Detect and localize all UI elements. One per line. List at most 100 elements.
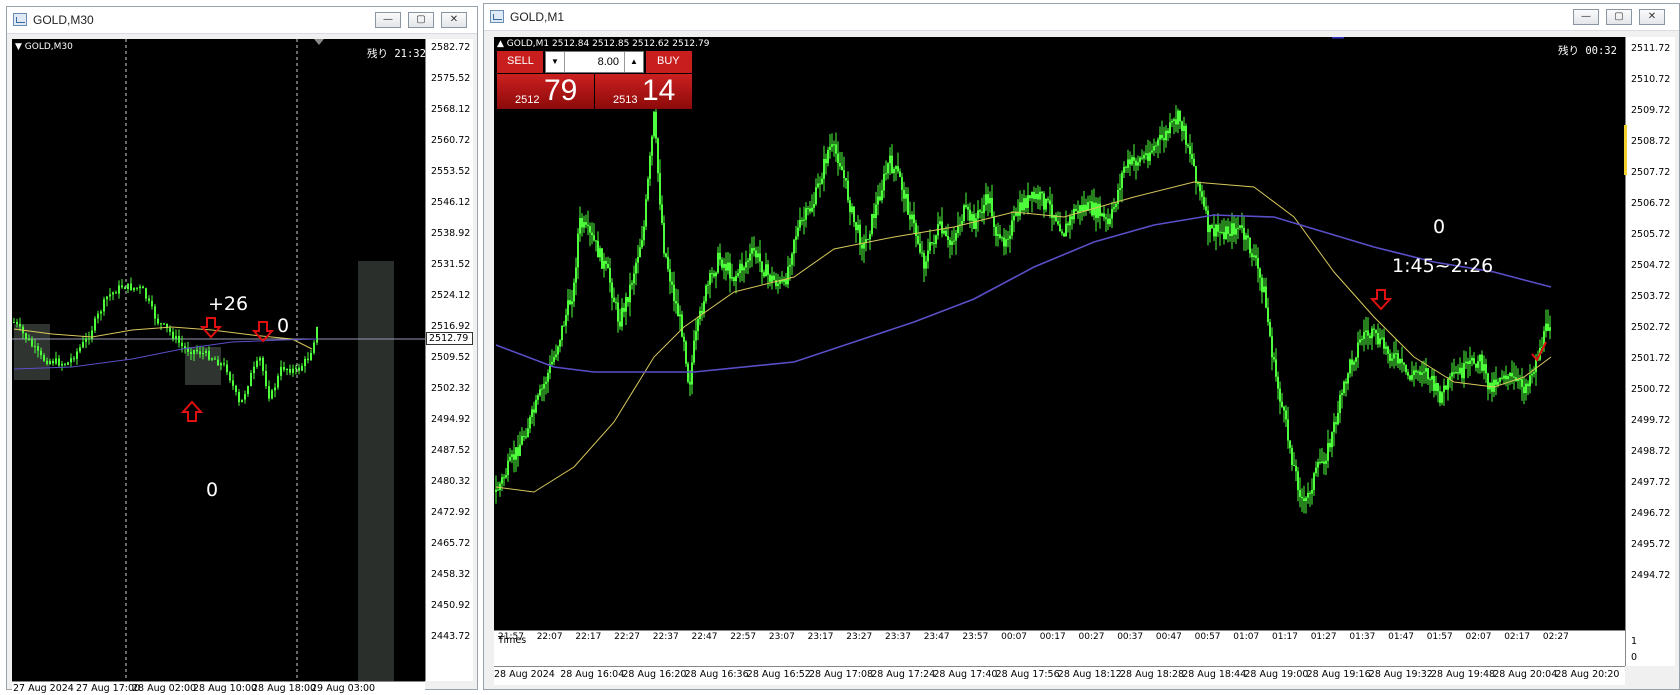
candle-body bbox=[785, 279, 787, 285]
highlight-zone-right bbox=[358, 261, 394, 681]
close-button[interactable]: ✕ bbox=[1639, 9, 1665, 25]
candle-body bbox=[1461, 367, 1463, 379]
candle-body bbox=[955, 233, 957, 241]
minimize-button[interactable]: — bbox=[375, 12, 401, 28]
sell-button[interactable]: SELL bbox=[497, 51, 543, 73]
candle-body bbox=[745, 262, 747, 268]
lot-decrease-icon[interactable]: ▼ bbox=[546, 52, 565, 72]
candle-body bbox=[1005, 239, 1007, 247]
candle-body bbox=[577, 233, 579, 268]
candle-body bbox=[739, 263, 741, 274]
maximize-button[interactable]: ▢ bbox=[408, 12, 434, 28]
lot-size-input[interactable]: ▼ 8.00 ▲ bbox=[545, 51, 644, 73]
time-tick: 28 Aug 18:00 bbox=[252, 683, 317, 694]
candle-body bbox=[1473, 358, 1475, 364]
candle-body bbox=[1529, 375, 1531, 387]
candle-body bbox=[1417, 371, 1419, 373]
candle-body bbox=[653, 111, 655, 137]
candle-body bbox=[1059, 224, 1061, 232]
indicator-axis-top: 1 bbox=[1631, 636, 1638, 647]
candle-body bbox=[1233, 223, 1235, 235]
candle-body bbox=[31, 339, 33, 347]
right-chart-window[interactable]: GOLD,M1 — ▢ ✕ ▲ GOLD,M1 2512.84 2512.85 … bbox=[483, 3, 1680, 690]
session-tick: 01:37 bbox=[1349, 632, 1376, 642]
candle-body bbox=[839, 162, 841, 167]
candle-body bbox=[1467, 361, 1469, 364]
candle-body bbox=[627, 296, 629, 303]
indicator-subwindow[interactable]: 21:57 22:07 22:17 22:27 22:37 22:47 22:57 23:07… bbox=[494, 630, 1625, 666]
candle-body bbox=[713, 273, 715, 277]
candle-body bbox=[945, 230, 947, 237]
right-price-axis[interactable]: 2511.72 2510.72 2509.72 2508.72 2507.72 2506.… bbox=[1624, 37, 1675, 630]
left-window-title: GOLD,M30 bbox=[33, 13, 94, 27]
candle-body bbox=[719, 252, 721, 260]
candle-body bbox=[1271, 336, 1273, 358]
down-arrow-icon bbox=[199, 317, 223, 339]
candle-body bbox=[1085, 204, 1087, 211]
price-tick: 2509.52 bbox=[431, 352, 471, 363]
candle-body bbox=[253, 366, 255, 373]
buy-button[interactable]: BUY bbox=[646, 51, 692, 73]
left-time-axis[interactable]: 27 Aug 2024 27 Aug 17:00 28 Aug 02:00 28 Au… bbox=[12, 681, 425, 695]
lot-increase-icon[interactable]: ▲ bbox=[624, 52, 643, 72]
candle-body bbox=[801, 220, 803, 222]
close-button[interactable]: ✕ bbox=[441, 12, 467, 28]
candle-body bbox=[124, 287, 126, 290]
candle-body bbox=[1263, 286, 1265, 293]
candle-body bbox=[841, 166, 843, 171]
candle-body bbox=[1195, 166, 1197, 183]
candle-body bbox=[505, 475, 507, 478]
candle-body bbox=[729, 262, 731, 279]
candle-body bbox=[1157, 139, 1159, 146]
left-price-axis[interactable]: 2582.72 2575.52 2568.12 2560.72 2553.52 2546.… bbox=[425, 39, 473, 681]
left-chart-window[interactable]: GOLD,M30 — ▢ ✕ ▼ GOLD,M30 残り 21:32 +26 0… bbox=[6, 6, 478, 695]
session-tick: 00:17 bbox=[1039, 632, 1066, 642]
buy-price-box[interactable]: 2513 14 bbox=[595, 74, 692, 109]
candle-body bbox=[1227, 226, 1229, 234]
candle-body bbox=[1197, 182, 1199, 184]
minimize-button[interactable]: — bbox=[1573, 9, 1599, 25]
candle-body bbox=[1119, 188, 1121, 191]
candle-body bbox=[88, 338, 90, 340]
candle-body bbox=[1003, 237, 1005, 247]
candle-body bbox=[851, 206, 853, 213]
candle-body bbox=[202, 352, 204, 355]
candle-body bbox=[763, 272, 765, 277]
right-title-bar[interactable]: GOLD,M1 — ▢ ✕ bbox=[484, 4, 1679, 31]
candle-body bbox=[663, 223, 665, 254]
maximize-button[interactable]: ▢ bbox=[1606, 9, 1632, 25]
candle-body bbox=[1103, 213, 1105, 218]
session-tick: 00:37 bbox=[1117, 632, 1144, 642]
candle-body bbox=[715, 272, 717, 277]
candle-body bbox=[1183, 125, 1185, 131]
candle-body bbox=[1501, 377, 1503, 379]
candle-body bbox=[983, 205, 985, 214]
candle-body bbox=[1025, 198, 1027, 208]
candle-body bbox=[1205, 206, 1207, 211]
candle-body bbox=[1505, 375, 1507, 380]
one-click-trading-panel: SELL ▼ 8.00 ▲ BUY 2512 79 2513 14 bbox=[497, 51, 692, 109]
left-chart-area[interactable]: ▼ GOLD,M30 残り 21:32 +26 0 0 bbox=[12, 39, 425, 681]
candle-body bbox=[679, 314, 681, 317]
right-chart-area[interactable]: ▲ GOLD,M1 2512.84 2512.85 2512.62 2512.7… bbox=[494, 37, 1625, 630]
candle-body bbox=[703, 301, 705, 314]
candle-body bbox=[647, 178, 649, 200]
candle-body bbox=[112, 292, 114, 295]
candle-body bbox=[519, 444, 521, 456]
candle-body bbox=[823, 158, 825, 179]
sell-price-box[interactable]: 2512 79 bbox=[497, 74, 594, 109]
candle-body bbox=[1277, 376, 1279, 389]
candle-body bbox=[1293, 464, 1295, 466]
candle-body bbox=[40, 350, 42, 356]
candle-body bbox=[803, 219, 805, 221]
candle-body bbox=[1371, 328, 1373, 339]
candle-body bbox=[1397, 353, 1399, 364]
candle-body bbox=[859, 224, 861, 245]
time-tick: 28 Aug 17:56 bbox=[995, 669, 1060, 680]
candle-body bbox=[1211, 225, 1213, 229]
chart-shift-icon bbox=[314, 39, 324, 45]
left-title-bar[interactable]: GOLD,M30 — ▢ ✕ bbox=[7, 7, 477, 34]
candle-body bbox=[555, 354, 557, 357]
right-time-axis[interactable]: 28 Aug 2024 28 Aug 16:04 28 Aug 16:20 28 Au… bbox=[494, 666, 1625, 685]
candle-body bbox=[97, 313, 99, 319]
